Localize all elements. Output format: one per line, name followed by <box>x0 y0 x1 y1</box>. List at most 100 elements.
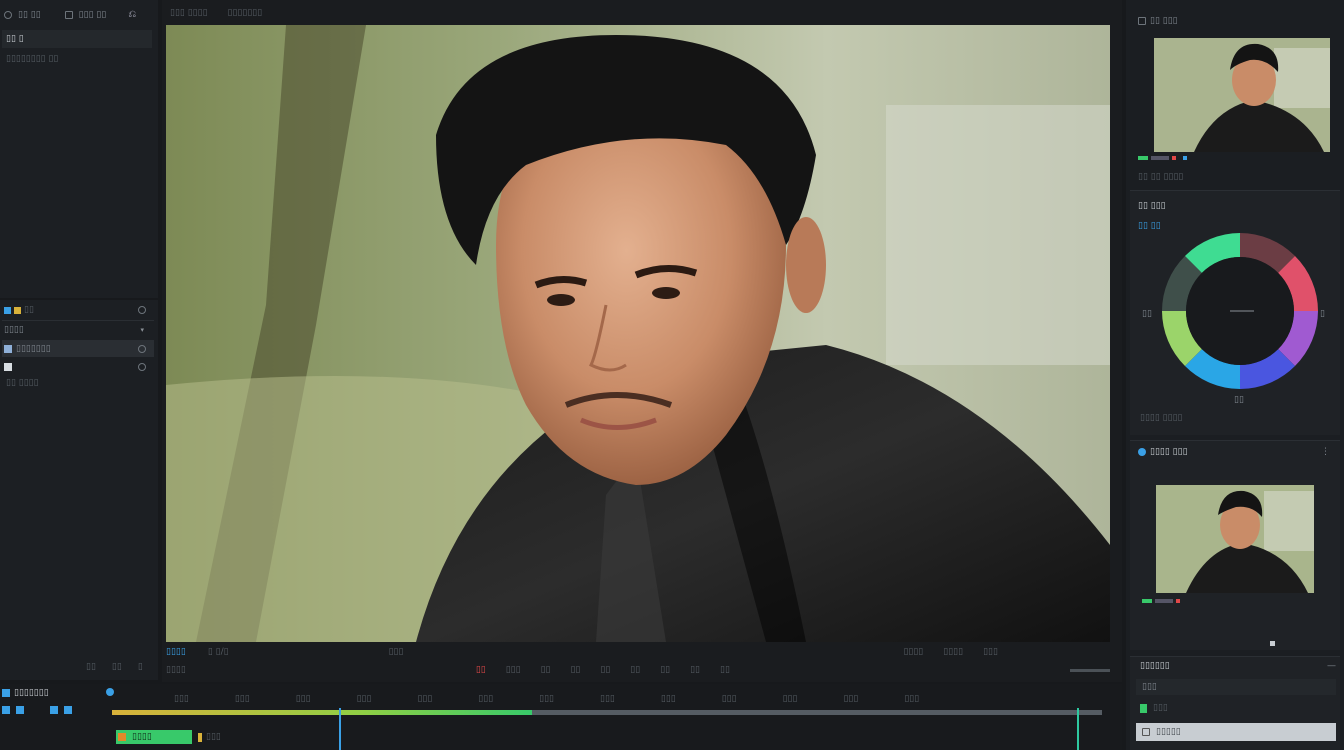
clip-thumbnail[interactable] <box>1154 38 1330 152</box>
properties-field[interactable]: ▯▯▯ <box>1136 679 1336 695</box>
transport-button[interactable]: ▯▯▯ <box>506 665 521 675</box>
handle-icon[interactable] <box>1270 641 1275 646</box>
footer-icon[interactable]: ▯ <box>138 662 143 672</box>
timeline-clip[interactable]: ▯▯▯▯ <box>116 730 192 744</box>
portrait-frame <box>166 25 1110 642</box>
clip-preview-thumbnail[interactable] <box>1156 485 1314 593</box>
clip-icon <box>4 344 12 353</box>
menu-icon[interactable]: ⋮ <box>1321 447 1330 457</box>
toolbar-item-2[interactable]: ▯▯▯ ▯▯ <box>79 10 107 20</box>
thumbnail-markers <box>1138 156 1187 160</box>
status-item[interactable]: ▯▯▯ <box>983 647 998 657</box>
ruler-tick: ▯▯▯ <box>843 694 859 704</box>
track-marker <box>198 732 202 742</box>
properties-item-selected[interactable]: ▯▯▯▯▯ <box>1136 723 1336 741</box>
timecode[interactable]: ▯▯▯▯ <box>166 647 186 657</box>
properties-item[interactable]: ▯▯▯ <box>1140 703 1168 713</box>
playhead-handle[interactable] <box>106 688 114 696</box>
ruler-tick: ▯▯▯ <box>782 694 798 704</box>
color-panel-title-label: ▯▯ ▯▯▯ <box>1138 201 1166 211</box>
tool-icon[interactable] <box>50 706 58 714</box>
inspector-top-label: ▯▯ ▯▯▯ <box>1150 16 1178 26</box>
media-subheader-label: ▯▯▯▯▯▯▯▯ ▯▯ <box>6 54 59 64</box>
track-label-text: ▯▯▯ <box>206 732 221 742</box>
folder-icon[interactable] <box>14 306 21 314</box>
properties-panel: ▯▯▯▯▯▯ — ▯▯▯ ▯▯▯ ▯▯▯▯▯ <box>1130 656 1340 750</box>
volume-slider[interactable] <box>1070 668 1110 672</box>
status-item[interactable]: ▯▯▯▯ <box>903 647 923 657</box>
ruler-tick: ▯▯▯ <box>417 694 433 704</box>
transport-button[interactable]: ▯▯ <box>570 665 580 675</box>
zoom-level[interactable]: ▯▯▯ <box>389 647 404 657</box>
inspector-top: ▯▯ ▯▯▯ <box>1138 16 1178 26</box>
tool-icon[interactable] <box>16 706 24 714</box>
transport-button[interactable]: ▯▯ <box>600 665 610 675</box>
transport-button[interactable]: ▯▯ <box>660 665 670 675</box>
footer-icon[interactable]: ▯▯ <box>112 662 122 672</box>
ruler-tick: ▯▯▯ <box>539 694 555 704</box>
back-icon[interactable]: ⎌ <box>128 9 136 20</box>
transport-button[interactable]: ▯▯ <box>630 665 640 675</box>
track-label: ▯▯▯ <box>198 732 221 742</box>
rendered-range <box>112 710 532 715</box>
wheel-bottom-label: ▯▯ <box>1234 395 1244 405</box>
properties-header: ▯▯▯▯▯▯ — <box>1140 661 1336 671</box>
grid-icon[interactable] <box>4 306 11 314</box>
wheel-left-label: ▯▯ <box>1142 309 1152 319</box>
ruler-tick: ▯▯▯ <box>174 694 189 704</box>
green-marker <box>1138 156 1148 160</box>
checkbox-icon[interactable] <box>1140 703 1147 713</box>
transport-button[interactable]: ▯▯ <box>690 665 700 675</box>
clip-icon <box>4 363 12 371</box>
record-button[interactable]: ▯▯ <box>476 665 486 675</box>
ruler-tick: ▯▯▯ <box>234 694 250 704</box>
viewer-top-label[interactable]: ▯▯▯▯▯▯▯ <box>228 8 263 18</box>
effects-title: ▯▯▯▯ <box>4 324 24 335</box>
viewer-top-label[interactable]: ▯▯▯ ▯▯▯▯ <box>170 8 208 18</box>
transport-button[interactable]: ▯▯ <box>541 665 551 675</box>
media-header-label: ▯▯ ▯ <box>6 34 24 44</box>
footer-icon[interactable]: ▯▯ <box>86 662 96 672</box>
effects-panel: ▯▯ ▯▯▯▯ ▾ ▯▯▯▯▯▯▯ ▯▯ ▯▯▯▯ ▯▯ ▯▯ ▯ <box>0 300 158 680</box>
color-panel-title: ▯▯ ▯▯▯ <box>1138 201 1166 211</box>
effects-toolbar: ▯▯ <box>2 302 154 318</box>
effects-title-row[interactable]: ▯▯▯▯ ▾ <box>2 320 154 338</box>
toggle-icon[interactable] <box>138 363 146 371</box>
ruler-tick: ▯▯▯ <box>721 694 737 704</box>
list-item[interactable]: ▯▯ ▯▯▯▯ <box>6 378 39 388</box>
ruler-tick: ▯▯▯ <box>356 694 372 704</box>
list-item[interactable]: ▯▯▯▯▯▯▯ <box>2 340 154 357</box>
settings-icon[interactable] <box>138 306 146 314</box>
out-marker[interactable] <box>1077 708 1079 750</box>
effects-toolbar-label: ▯▯ <box>24 305 34 315</box>
chevron-down-icon[interactable]: ▾ <box>140 326 144 334</box>
list-item[interactable] <box>2 359 154 375</box>
folder-icon[interactable] <box>64 10 73 19</box>
media-header[interactable]: ▯▯ ▯ <box>2 30 152 48</box>
tool-icon[interactable] <box>64 706 72 714</box>
list-item-label: ▯▯▯▯▯▯▯ <box>16 343 51 354</box>
viewer-top-bar: ▯▯▯ ▯▯▯▯ ▯▯▯▯▯▯▯ <box>170 8 262 18</box>
collapse-icon[interactable]: — <box>1327 661 1336 671</box>
color-wheel[interactable] <box>1160 231 1320 391</box>
frame-rate: ▯ ▯/▯ <box>207 647 229 657</box>
ruler-tick: ▯▯▯ <box>904 694 920 704</box>
info-icon <box>1138 448 1146 456</box>
transport-button[interactable]: ▯▯ <box>720 665 730 675</box>
media-subheader: ▯▯▯▯▯▯▯▯ ▯▯ <box>6 54 58 64</box>
tool-icon[interactable] <box>2 706 10 714</box>
timeline-track-bar[interactable] <box>112 710 1102 715</box>
toolbar-item-1[interactable]: ▯▯ ▯▯ <box>18 10 41 20</box>
color-panel-sub-label[interactable]: ▯▯ ▯▯ <box>1138 221 1161 231</box>
preview-image[interactable] <box>166 25 1110 642</box>
timeline-header: ▯▯▯▯▯▯▯ <box>2 688 49 698</box>
red-marker <box>1176 599 1180 603</box>
refresh-icon[interactable] <box>4 10 12 19</box>
clip-preview-title: ▯▯▯▯ ▯▯▯ <box>1150 447 1188 457</box>
playhead-line[interactable] <box>339 708 341 750</box>
time-ruler[interactable]: ▯▯▯ ▯▯▯ ▯▯▯ ▯▯▯ ▯▯▯ ▯▯▯ ▯▯▯ ▯▯▯ ▯▯▯ ▯▯▯ … <box>174 694 919 704</box>
toggle-icon[interactable] <box>138 344 146 353</box>
wheel-right: ▯ <box>1320 309 1325 319</box>
status-item[interactable]: ▯▯▯▯ <box>943 647 963 657</box>
blue-marker <box>1183 156 1187 160</box>
